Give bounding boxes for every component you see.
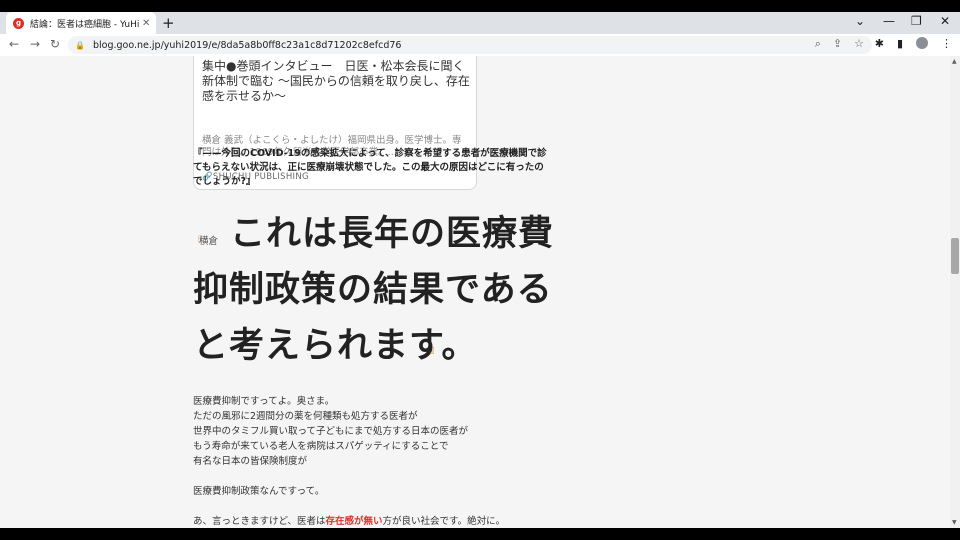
- scroll-up-arrow-icon[interactable]: ▲: [952, 58, 957, 65]
- omnibox-actions: ⌕ ⇪ ☆: [815, 37, 864, 51]
- page-scrollbar[interactable]: ▲ ▼: [950, 56, 960, 528]
- body-text: 方が良い社会です。絶対に。: [382, 516, 506, 527]
- headline-line-2: 抑制政策の結果である: [193, 270, 553, 310]
- scrollbar-thumb[interactable]: [951, 238, 959, 274]
- body-text: あ、言っときますけど、医者は: [193, 516, 326, 527]
- lock-icon[interactable]: 🔒: [75, 41, 85, 50]
- tab-search-icon[interactable]: ⌄: [855, 14, 865, 28]
- window-close-icon[interactable]: ✕: [940, 14, 950, 28]
- interview-question: 『——今回のCOVID-19の感染拡大によって、診察を希望する患者が医療機関で診…: [193, 148, 547, 187]
- tab-bar: g 結論：医者は癌細胞 - YuHiのブログ ✕ + ⌄ — ❐ ✕: [0, 12, 960, 34]
- quote-close-mark: 』: [430, 345, 440, 356]
- card-title[interactable]: 集中●巻頭インタビュー 日医・松本会長に聞く 新体制で臨む 〜国民からの信頼を取…: [202, 59, 477, 104]
- back-icon[interactable]: ←: [9, 37, 19, 51]
- goo-favicon-icon: g: [13, 17, 24, 29]
- restore-icon[interactable]: ❐: [911, 14, 922, 28]
- reload-icon[interactable]: ↻: [50, 37, 60, 51]
- address-bar[interactable]: 🔒 blog.goo.ne.jp/yuhi2019/e/8da5a8b0ff8c…: [68, 36, 872, 54]
- body-line-3: 世界中のタミフル買い取って子どもにまで処方する日本の医者が: [193, 426, 469, 437]
- speaker-name: 横倉: [199, 236, 219, 247]
- tab-title: 結論：医者は癌細胞 - YuHiのブログ: [30, 19, 140, 30]
- body-line-5: 有名な日本の皆保険制度が: [193, 456, 308, 467]
- side-panel-icon[interactable]: ▮: [897, 37, 903, 50]
- body-line-6: 医療費抑制政策なんですって。: [193, 486, 325, 497]
- body-line-7: あ、言っときますけど、医者は存在感が無い方が良い社会です。絶対に。: [193, 514, 553, 528]
- bookmark-star-icon[interactable]: ☆: [854, 37, 864, 51]
- url-text[interactable]: blog.goo.ne.jp/yuhi2019/e/8da5a8b0ff8c23…: [93, 40, 402, 51]
- browser-chrome: g 結論：医者は癌細胞 - YuHiのブログ ✕ + ⌄ — ❐ ✕ ← → ↻…: [0, 12, 960, 56]
- body-line-1: 医療費抑制ですってよ。奥さま。: [193, 396, 335, 407]
- body-line-2: ただの風邪に2週間分の薬を何種類も処方する医者が: [193, 411, 418, 422]
- share-icon[interactable]: ⇪: [833, 37, 842, 51]
- profile-avatar-icon[interactable]: [916, 37, 928, 49]
- headline-line-1: これは長年の医療費: [230, 214, 555, 254]
- zoom-icon[interactable]: ⌕: [815, 37, 821, 51]
- browser-toolbar: ← → ↻ 🔒 blog.goo.ne.jp/yuhi2019/e/8da5a8…: [0, 34, 960, 56]
- bottom-letterbox: [0, 528, 960, 540]
- minimize-icon[interactable]: —: [883, 14, 895, 28]
- article-body: 医療費抑制ですってよ。奥さま。 ただの風邪に2週間分の薬を何種類も処方する医者が…: [193, 394, 553, 528]
- browser-tab[interactable]: g 結論：医者は癌細胞 - YuHiのブログ ✕: [6, 12, 156, 34]
- tab-close-icon[interactable]: ✕: [142, 18, 150, 29]
- scroll-down-arrow-icon[interactable]: ▼: [952, 519, 957, 526]
- toolbar-actions: ✱ ▮ ⋮: [875, 37, 952, 50]
- page-viewport: 集中●巻頭インタビュー 日医・松本会長に聞く 新体制で臨む 〜国民からの信頼を取…: [0, 56, 950, 528]
- extensions-icon[interactable]: ✱: [875, 37, 884, 50]
- forward-icon[interactable]: →: [30, 37, 40, 51]
- body-line-4: もう寿命が来ている老人を病院はスパゲッティにすることで: [193, 441, 449, 452]
- browser-menu-icon[interactable]: ⋮: [941, 37, 952, 50]
- highlight-text: 存在感が無い: [325, 516, 383, 527]
- new-tab-button[interactable]: +: [162, 15, 175, 31]
